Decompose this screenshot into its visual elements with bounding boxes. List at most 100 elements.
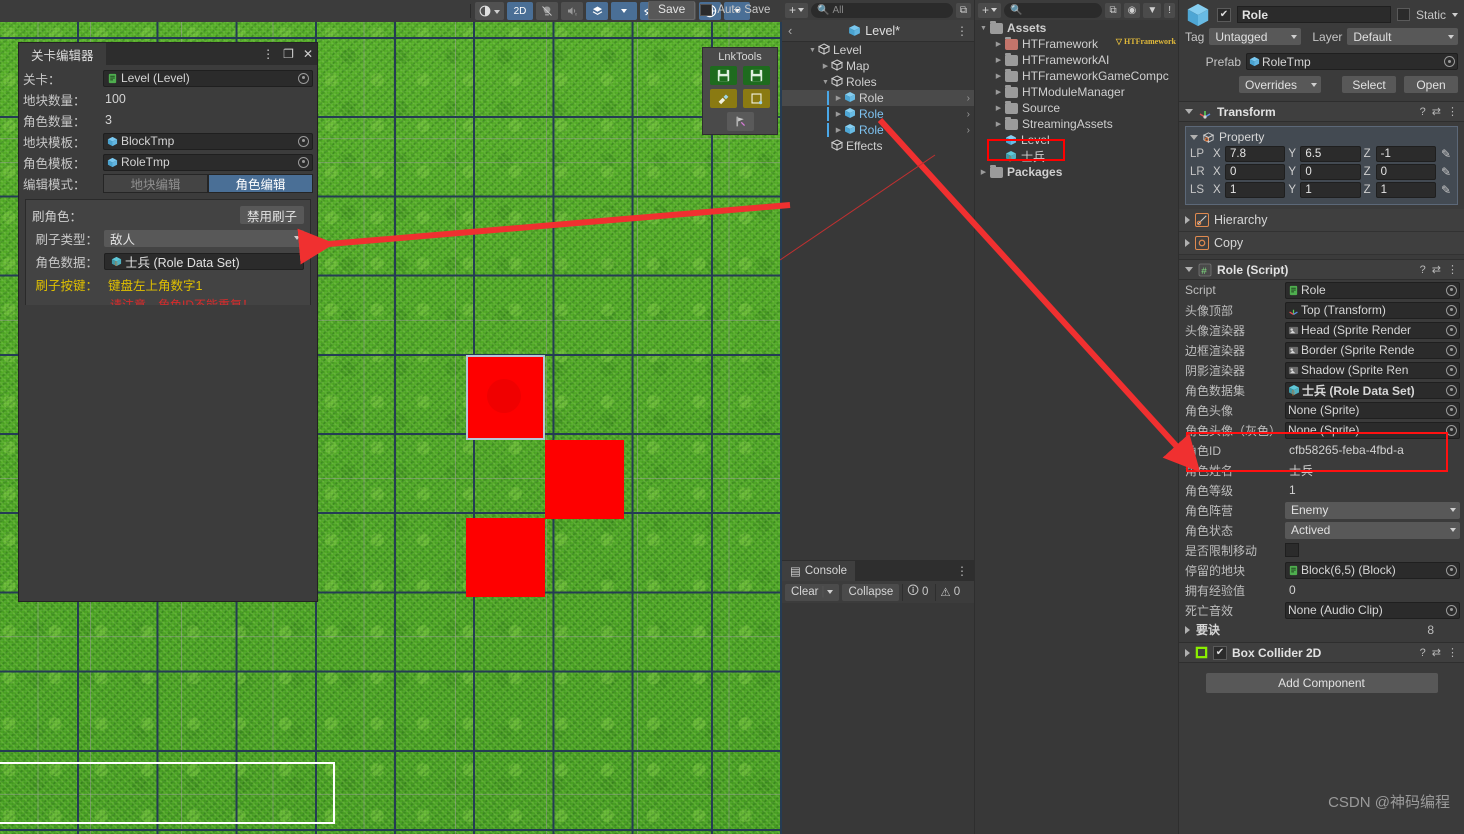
select-button[interactable]: Select	[1342, 76, 1396, 93]
transform-lr-x-input[interactable]: 0	[1225, 164, 1286, 180]
edit-pencil-icon[interactable]: ✎	[1439, 147, 1453, 161]
chevron-right-icon[interactable]: ▶	[992, 40, 1005, 48]
project-item-4[interactable]: ▶ HTModuleManager	[975, 84, 1178, 100]
object-picker-icon[interactable]	[1446, 384, 1457, 396]
role-property-object-field-2[interactable]: Head (Sprite Render	[1285, 321, 1460, 339]
transform-lp-x-input[interactable]: 7.8	[1225, 146, 1286, 162]
object-picker-icon[interactable]	[298, 156, 309, 168]
chevron-down-icon[interactable]: ▼	[977, 25, 990, 32]
scene-filter-button[interactable]: ⧉	[955, 2, 971, 18]
gameobject-name-input[interactable]: Role	[1237, 6, 1391, 23]
role-property-dropdown-11[interactable]: Enemy	[1285, 501, 1460, 519]
help-icon[interactable]: ?	[1420, 647, 1426, 659]
chevron-right-icon[interactable]	[1185, 625, 1190, 634]
role-property-text-10[interactable]: 1	[1285, 481, 1460, 499]
object-picker-icon[interactable]	[1444, 56, 1455, 67]
transform-component-header[interactable]: Transform ? ⇄ ⋮	[1179, 101, 1464, 122]
hierarchy-item-effects-6[interactable]: Effects	[782, 138, 974, 154]
role-property-object-field-4[interactable]: Shadow (Sprite Ren	[1285, 361, 1460, 379]
level-object-field[interactable]: Level (Level)	[103, 69, 313, 87]
property-fold-row[interactable]: Property	[1190, 130, 1453, 144]
more-menu-icon[interactable]: ⋮	[956, 564, 968, 578]
edit-pencil-icon[interactable]: ✎	[1439, 165, 1453, 179]
role-property-dropdown-12[interactable]: Actived	[1285, 521, 1460, 539]
tag-dropdown[interactable]: Untagged	[1209, 28, 1302, 45]
object-picker-icon[interactable]	[1446, 404, 1457, 416]
chevron-right-icon[interactable]: ▶	[833, 94, 844, 102]
project-item-1[interactable]: ▶ HTFramework ▽ HTFramework	[975, 36, 1178, 52]
role-tile-selected[interactable]	[466, 355, 545, 440]
level-editor-tab[interactable]: 关卡编辑器	[19, 43, 106, 65]
role-tile[interactable]	[466, 518, 545, 597]
object-picker-icon[interactable]	[1446, 304, 1457, 316]
label-filter-button[interactable]: !	[1164, 2, 1175, 18]
asset-filter-button[interactable]: ⧉	[1105, 2, 1121, 18]
level-editor-window[interactable]: 关卡编辑器 ⋮ ❐ ✕ 关卡： Level (Level) 地块数量： 100	[18, 42, 318, 602]
box-collider-enabled-checkbox[interactable]: ✔	[1213, 645, 1227, 660]
more-menu-icon[interactable]: ⋮	[956, 24, 968, 38]
object-picker-icon[interactable]	[298, 72, 309, 84]
console-log-area[interactable]	[782, 603, 974, 834]
transform-ls-z-input[interactable]: 1	[1375, 182, 1436, 198]
flag-icon[interactable]	[726, 112, 754, 131]
hierarchy-item-level-0[interactable]: ▼ Level	[782, 42, 974, 58]
back-arrow-icon[interactable]: ‹	[788, 23, 792, 38]
project-item-6[interactable]: ▶ StreamingAssets	[975, 116, 1178, 132]
more-menu-icon[interactable]: ⋮	[1447, 646, 1458, 659]
transform-lp-y-input[interactable]: 6.5	[1300, 146, 1361, 162]
static-dropdown-icon[interactable]	[1452, 12, 1458, 17]
tile-edit-mode-button[interactable]: 地块编辑	[103, 173, 208, 193]
hierarchy-item-role-3[interactable]: ▶ Role ›	[782, 90, 974, 106]
role-property-object-field-5[interactable]: {} 士兵 (Role Data Set)	[1285, 381, 1460, 399]
chevron-right-icon[interactable]: ›	[967, 109, 970, 120]
chevron-right-icon[interactable]: ▶	[992, 120, 1005, 128]
role-property-checkbox-13[interactable]	[1285, 543, 1299, 557]
brush-type-dropdown[interactable]: 敌人	[104, 229, 304, 247]
role-template-object-field[interactable]: RoleTmp	[103, 153, 313, 171]
hierarchy-item-role-5[interactable]: ▶ Role ›	[782, 122, 974, 138]
project-search-input[interactable]: 🔍	[1004, 2, 1103, 18]
console-tabbar[interactable]: ▤ Console ⋮	[782, 561, 974, 581]
object-picker-icon[interactable]	[1446, 284, 1457, 296]
hierarchy-toolbar[interactable]: + 🔍 All ⧉	[782, 0, 974, 20]
role-property-object-field-1[interactable]: Top (Transform)	[1285, 301, 1460, 319]
object-picker-icon[interactable]	[1446, 324, 1457, 336]
auto-save-checkbox[interactable]	[700, 4, 713, 16]
chevron-right-icon[interactable]: ▶	[833, 126, 844, 134]
role-property-text-8[interactable]: cfb58265-feba-4fbd-a	[1285, 441, 1460, 459]
role-property-object-field-0[interactable]: Role	[1285, 281, 1460, 299]
object-picker-icon[interactable]	[1446, 424, 1457, 436]
lnktools-window[interactable]: LnkTools	[702, 47, 778, 135]
project-item-0[interactable]: ▼ Assets	[975, 20, 1178, 36]
chevron-right-icon[interactable]: ▶	[992, 88, 1005, 96]
object-picker-icon[interactable]	[1446, 564, 1457, 576]
chevron-down-icon[interactable]: ▼	[807, 47, 818, 54]
brush-data-object-field[interactable]: {} 士兵 (Role Data Set)	[104, 252, 304, 270]
chevron-down-icon[interactable]	[1190, 134, 1198, 140]
transform-lr-y-input[interactable]: 0	[1300, 164, 1361, 180]
transform-ls-x-input[interactable]: 1	[1225, 182, 1286, 198]
save-as-icon[interactable]	[743, 66, 770, 85]
favorites-button[interactable]: ◉	[1123, 2, 1141, 18]
project-item-9[interactable]: ▶ Packages	[975, 164, 1178, 180]
help-icon[interactable]: ?	[1420, 106, 1426, 118]
console-toolbar[interactable]: Clear | Collapse 🛈 0 ⚠ 0	[782, 581, 974, 603]
chevron-down-icon[interactable]	[1185, 267, 1193, 272]
edit-pencil-icon[interactable]: ✎	[1439, 183, 1453, 197]
maximize-icon[interactable]: ❐	[283, 47, 294, 61]
array-fold-row[interactable]: 要诀 8	[1179, 620, 1464, 639]
object-picker-icon[interactable]	[1446, 364, 1457, 376]
project-toolbar[interactable]: + 🔍 ⧉ ◉ ▼ !	[975, 0, 1178, 20]
role-property-object-field-16[interactable]: None (Audio Clip)	[1285, 601, 1460, 619]
hierarchy-item-role-4[interactable]: ▶ Role ›	[782, 106, 974, 122]
role-script-component-header[interactable]: # Role (Script) ? ⇄ ⋮	[1179, 259, 1464, 280]
audio-toggle-button[interactable]: x	[561, 2, 583, 20]
effects-dropdown-button[interactable]	[611, 2, 637, 20]
hierarchy-item-map-1[interactable]: ▶ Map	[782, 58, 974, 74]
project-item-3[interactable]: ▶ HTFrameworkGameCompc	[975, 68, 1178, 84]
chevron-right-icon[interactable]: ›	[967, 125, 970, 136]
help-icon[interactable]: ?	[1420, 264, 1426, 276]
object-picker-icon[interactable]	[1446, 604, 1457, 616]
shading-mode-button[interactable]	[475, 2, 504, 20]
transform-lp-z-input[interactable]: -1	[1375, 146, 1436, 162]
